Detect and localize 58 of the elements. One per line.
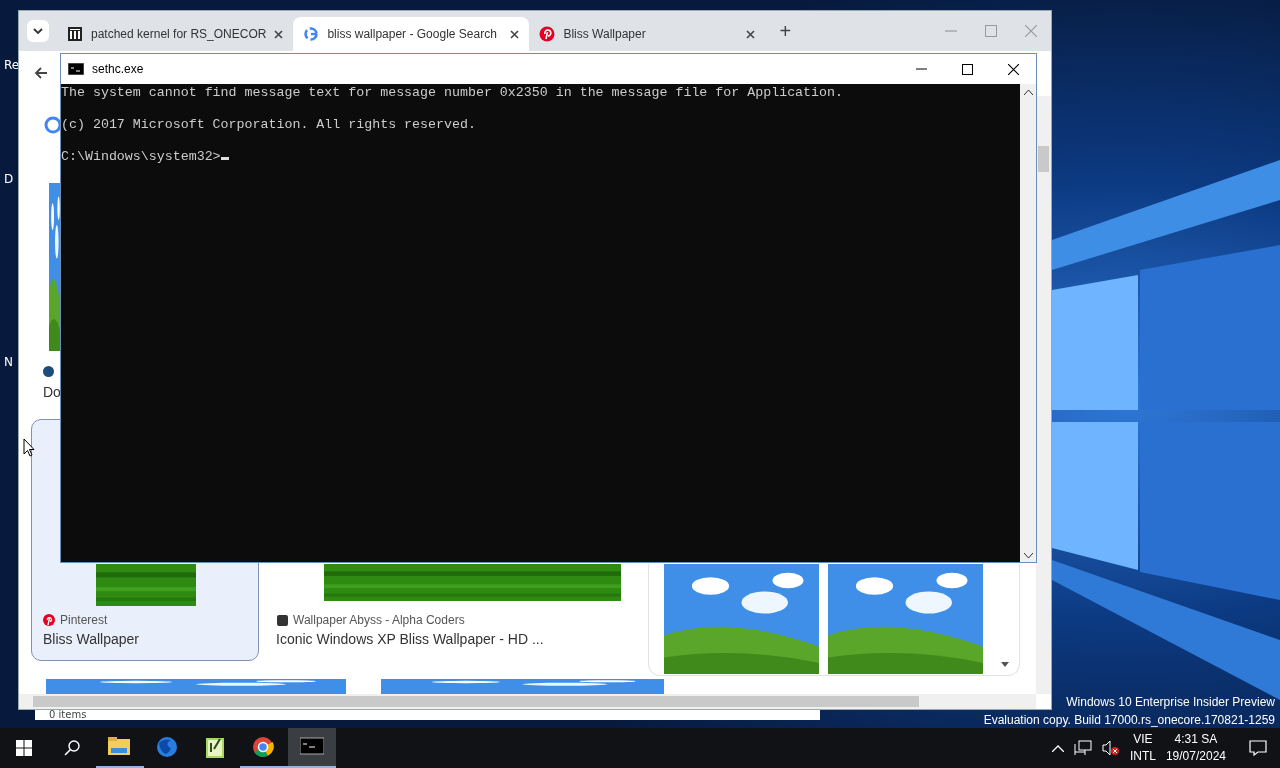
caret-up-icon[interactable]	[1051, 744, 1064, 752]
chevron-down-icon	[33, 28, 43, 34]
source-name: Pinterest	[60, 613, 108, 627]
status-text: 0 items	[49, 709, 87, 720]
pin-logo-icon	[539, 26, 556, 42]
console-line: The system cannot find message text for message number 0x2350 in the message file for Application.	[61, 85, 844, 101]
scroll-down-icon[interactable]	[1024, 553, 1033, 558]
console-prompt: C:\Windows\system32>	[61, 149, 221, 164]
text-cursor	[220, 157, 229, 160]
fox-browser-icon	[156, 737, 180, 759]
language-indicator[interactable]: VIE INTL	[1129, 731, 1156, 765]
search-icon	[64, 740, 80, 756]
scroll-down-icon[interactable]	[1001, 662, 1009, 667]
new-tab-button[interactable]: +	[773, 19, 798, 43]
window-title: sethc.exe	[92, 62, 144, 76]
scroll-up-icon[interactable]	[1024, 90, 1033, 95]
result-title[interactable]: Do	[43, 384, 61, 400]
columns-icon	[67, 26, 83, 42]
browser-tab[interactable]: bliss wallpaper - Google Search	[293, 17, 530, 51]
network-icon[interactable]	[1073, 740, 1092, 756]
close-icon[interactable]	[510, 29, 520, 39]
clock[interactable]: 4:31 SA 19/07/2024	[1165, 731, 1226, 765]
windows-logo-icon	[16, 740, 32, 756]
tab-search-button[interactable]	[27, 20, 49, 42]
search-engine-icon	[44, 116, 62, 134]
pin-logo-icon	[43, 614, 55, 626]
browser-tab[interactable]: Bliss Wallpaper	[529, 17, 766, 51]
close-icon[interactable]	[746, 29, 756, 39]
scrollbar[interactable]	[1036, 96, 1051, 694]
folder-icon	[108, 736, 132, 758]
site-logo-icon	[277, 614, 288, 626]
speaker-muted-icon[interactable]	[1101, 740, 1120, 756]
cursor-icon	[23, 438, 35, 457]
desktop-icon-label[interactable]: N	[4, 355, 13, 369]
watermark-text: Evaluation copy. Build 17000.rs_onecore.170821-1259	[983, 712, 1275, 728]
taskbar-button[interactable]	[288, 728, 336, 768]
close-icon[interactable]	[274, 29, 284, 39]
scrollbar-thumb[interactable]	[1038, 146, 1049, 172]
site-logo-icon	[43, 366, 54, 377]
browser-tab[interactable]: patched kernel for RS_ONECOR	[57, 17, 294, 51]
back-arrow-icon[interactable]	[34, 66, 48, 80]
terminal-icon	[300, 736, 324, 758]
close-icon[interactable]	[1007, 63, 1019, 75]
ring-browser-icon	[252, 736, 276, 758]
scrollbar[interactable]	[19, 694, 1036, 709]
watermark-text: Windows 10 Enterprise Insider Preview	[1065, 694, 1275, 711]
scrollbar[interactable]	[1020, 84, 1036, 562]
notification-icon[interactable]	[1249, 740, 1267, 756]
scrollbar-thumb[interactable]	[33, 696, 919, 707]
maximize-icon[interactable]	[961, 63, 973, 75]
result-title[interactable]: Bliss Wallpaper	[43, 631, 139, 647]
source-name: Wallpaper Abyss - Alpha Coders	[293, 613, 465, 627]
search-engine-icon	[303, 26, 320, 42]
console-line: (c) 2017 Microsoft Corporation. All rights reserved.	[61, 117, 477, 133]
desktop-icon-label[interactable]: D	[4, 172, 14, 186]
desktop-icon-label[interactable]: Re	[4, 58, 20, 72]
result-title[interactable]: Iconic Windows XP Bliss Wallpaper - HD ...	[276, 631, 544, 647]
terminal-icon	[68, 63, 84, 75]
